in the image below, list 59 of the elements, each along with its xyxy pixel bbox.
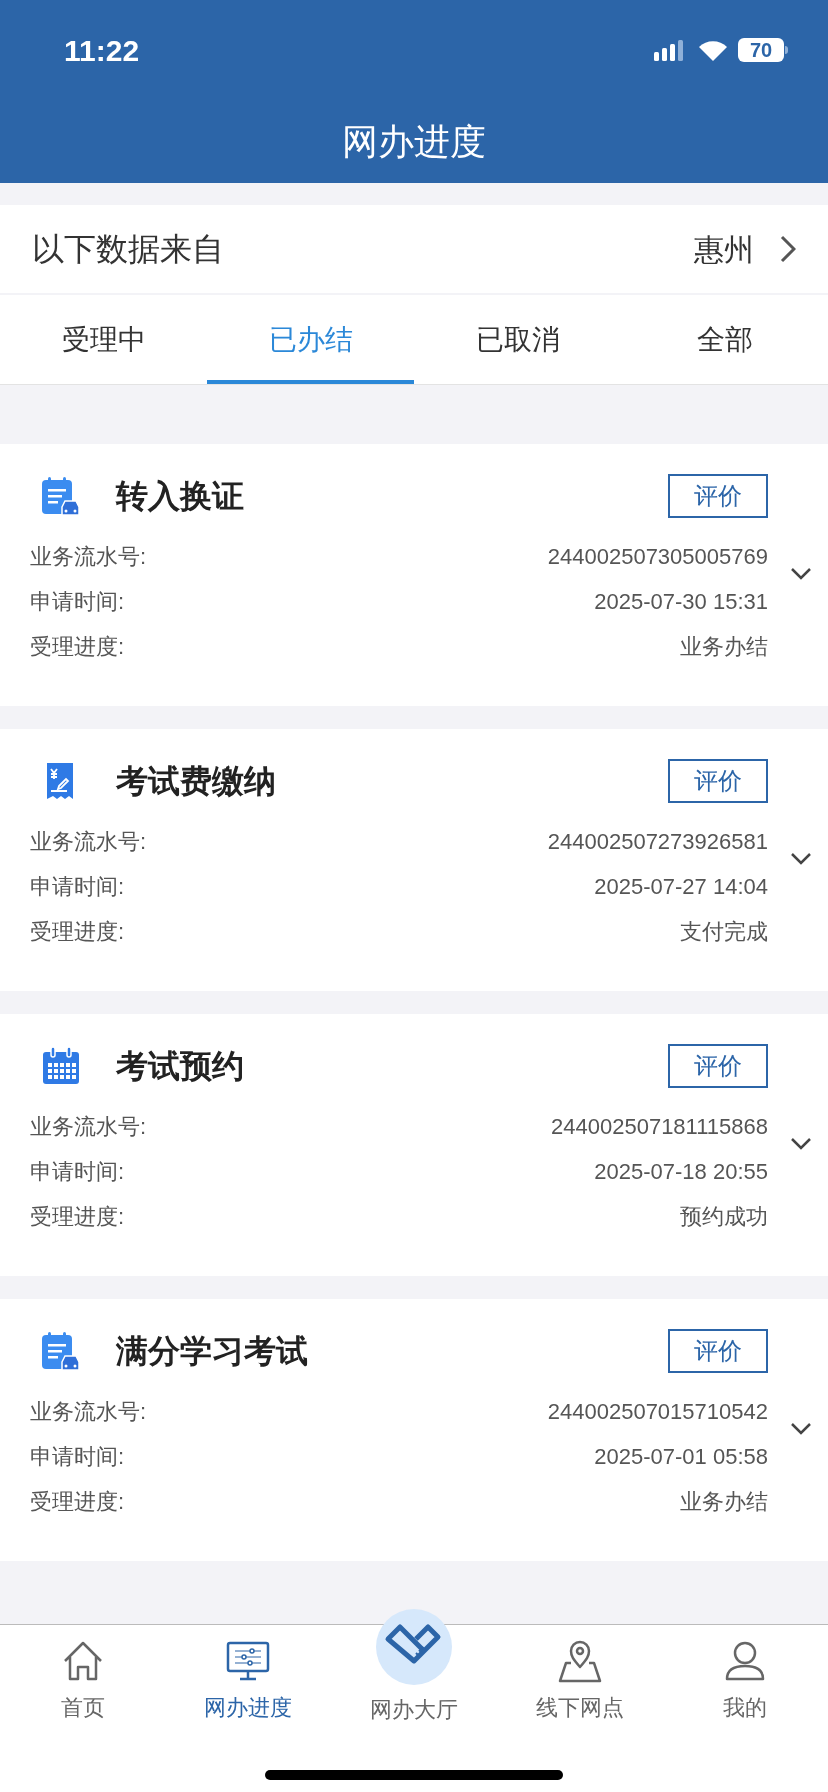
record-card[interactable]: 转入换证 评价 业务流水号: 244002507305005769 申请时间: 2025-07-30 15:31 受理进度: 业务办结 <box>0 444 828 706</box>
field-label: 申请时间: <box>30 1158 125 1186</box>
status-tab[interactable]: 已办结 <box>207 295 414 384</box>
notepad-car-icon <box>40 475 82 517</box>
field-label: 申请时间: <box>30 873 125 901</box>
chevron-right-icon <box>780 235 796 263</box>
record-title: 考试预约 <box>116 1047 244 1086</box>
field-value: 业务办结 <box>680 1488 768 1516</box>
chevron-down-icon[interactable] <box>790 567 812 581</box>
map-pin-icon <box>556 1639 603 1683</box>
record-title: 转入换证 <box>116 477 244 516</box>
status-time: 11:22 <box>64 32 140 69</box>
nav-item[interactable]: 我的 <box>662 1625 828 1792</box>
calendar-icon <box>40 1045 82 1087</box>
page-title: 网办进度 <box>342 119 486 164</box>
field-label: 受理进度: <box>30 1203 125 1231</box>
record-title: 满分学习考试 <box>116 1332 308 1371</box>
data-source-row[interactable]: 以下数据来自 惠州 <box>0 205 828 293</box>
chevron-down-icon[interactable] <box>790 852 812 866</box>
field-value: 244002507181115868 <box>551 1113 768 1141</box>
status-tab[interactable]: 全部 <box>621 295 828 384</box>
field-value: 2025-07-18 20:55 <box>594 1158 768 1186</box>
wifi-icon <box>698 39 728 61</box>
record-card[interactable]: 考试费缴纳 评价 业务流水号: 244002507273926581 申请时间: 2025-07-27 14:04 受理进度: 支付完成 <box>0 729 828 991</box>
field-label: 受理进度: <box>30 918 125 946</box>
field-value: 244002507015710542 <box>547 1398 768 1426</box>
record-card[interactable]: 考试预约 评价 业务流水号: 244002507181115868 申请时间: 2025-07-18 20:55 受理进度: 预约成功 <box>0 1014 828 1276</box>
field-value: 244002507273926581 <box>547 828 768 856</box>
rate-button[interactable]: 评价 <box>668 1044 768 1088</box>
field-label: 申请时间: <box>30 588 125 616</box>
field-label: 业务流水号: <box>30 1113 147 1141</box>
field-value: 预约成功 <box>680 1203 768 1231</box>
notepad-car-icon <box>40 1330 82 1372</box>
record-title: 考试费缴纳 <box>116 762 276 801</box>
field-label: 业务流水号: <box>30 1398 147 1426</box>
field-value: 2025-07-30 15:31 <box>594 588 768 616</box>
field-label: 申请时间: <box>30 1443 125 1471</box>
status-tab[interactable]: 已取消 <box>414 295 621 384</box>
rate-button[interactable]: 评价 <box>668 1329 768 1373</box>
field-value: 244002507305005769 <box>547 543 768 571</box>
rate-button[interactable]: 评价 <box>668 759 768 803</box>
monitor-icon <box>226 1639 271 1683</box>
nav-item[interactable]: 网办进度 <box>165 1625 332 1792</box>
rate-button[interactable]: 评价 <box>668 474 768 518</box>
nav-item[interactable]: 首页 <box>0 1625 166 1792</box>
status-tab[interactable]: 受理中 <box>0 295 207 384</box>
field-label: 业务流水号: <box>30 828 147 856</box>
field-label: 受理进度: <box>30 1488 125 1516</box>
nav-item[interactable]: 线下网点 <box>496 1625 663 1792</box>
chevron-down-icon[interactable] <box>790 1422 812 1436</box>
field-value: 2025-07-27 14:04 <box>594 873 768 901</box>
city-label: 惠州 <box>694 231 754 268</box>
chevron-down-icon[interactable] <box>790 1137 812 1151</box>
field-value: 支付完成 <box>680 918 768 946</box>
field-value: 业务办结 <box>680 633 768 661</box>
field-label: 业务流水号: <box>30 543 147 571</box>
record-card[interactable]: 满分学习考试 评价 业务流水号: 244002507015710542 申请时间: 2025-07-01 05:58 受理进度: 业务办结 <box>0 1299 828 1561</box>
field-value: 2025-07-01 05:58 <box>594 1443 768 1471</box>
field-label: 受理进度: <box>30 633 125 661</box>
